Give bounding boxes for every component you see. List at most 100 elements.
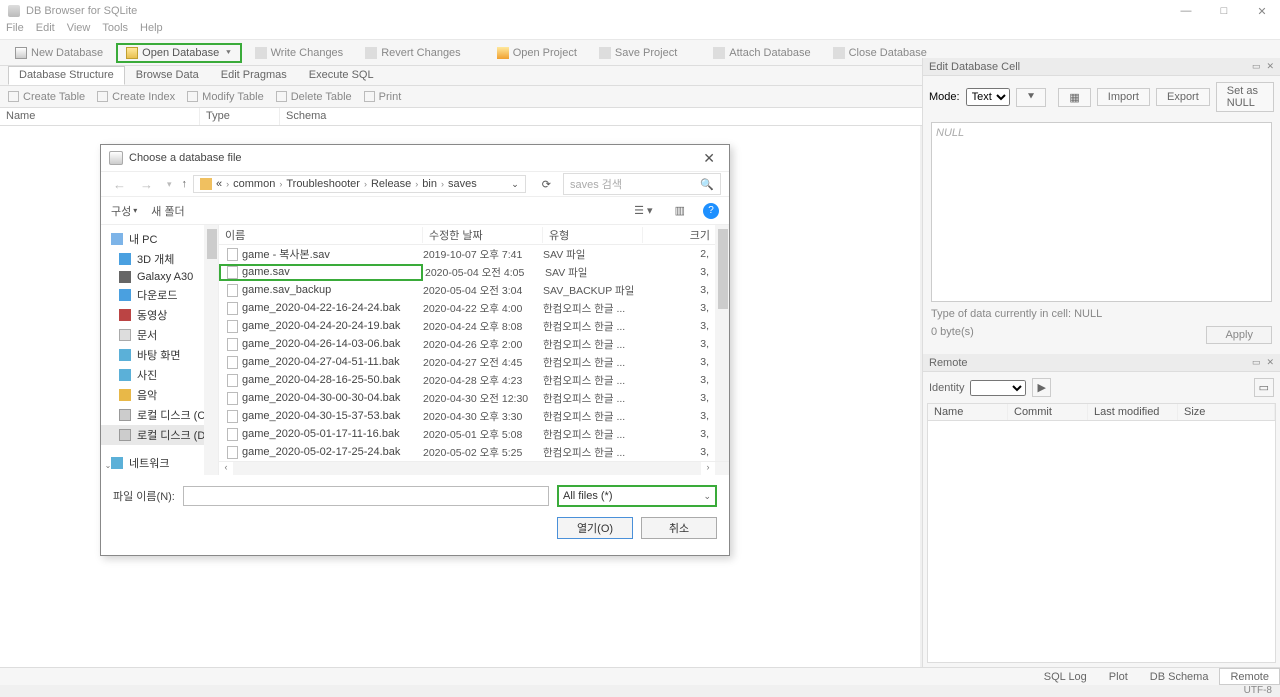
- tree-scrollbar[interactable]: [204, 225, 218, 475]
- file-row[interactable]: game_2020-04-22-16-24-24.bak2020-04-22 오…: [219, 299, 729, 317]
- create-index-button[interactable]: Create Index: [97, 91, 175, 103]
- file-row[interactable]: game.sav_backup2020-05-04 오전 3:04SAV_BAC…: [219, 281, 729, 299]
- file-row[interactable]: game - 복사본.sav2019-10-07 오후 7:41SAV 파일2,: [219, 245, 729, 263]
- bottom-tab-remote[interactable]: Remote: [1219, 668, 1280, 685]
- close-window-button[interactable]: ✕: [1252, 5, 1272, 18]
- col-file-name[interactable]: 이름: [219, 227, 423, 243]
- save-proj-button[interactable]: Save Project: [590, 44, 686, 62]
- write-button[interactable]: Write Changes: [246, 44, 353, 62]
- nav-back-icon[interactable]: ←: [109, 177, 130, 192]
- remote-col-commit[interactable]: Commit: [1008, 404, 1088, 420]
- create-table-button[interactable]: Create Table: [8, 91, 85, 103]
- col-file-date[interactable]: 수정한 날짜: [423, 227, 543, 243]
- organize-menu[interactable]: 구성 ▾: [111, 203, 137, 219]
- menu-edit[interactable]: Edit: [36, 22, 55, 39]
- file-row[interactable]: game_2020-05-02-17-25-24.bak2020-05-02 오…: [219, 443, 729, 461]
- tab-execute-sql[interactable]: Execute SQL: [298, 66, 385, 85]
- tree-item-3[interactable]: 다운로드: [101, 285, 218, 305]
- col-file-type[interactable]: 유형: [543, 227, 643, 243]
- view-mode-icon[interactable]: ☰ ▾: [630, 204, 656, 217]
- crumb-4[interactable]: bin: [422, 178, 437, 190]
- menu-help[interactable]: Help: [140, 22, 163, 39]
- modify-table-button[interactable]: Modify Table: [187, 91, 264, 103]
- file-h-scrollbar[interactable]: ‹›: [219, 461, 729, 475]
- mode-select[interactable]: Text: [966, 88, 1010, 106]
- nav-history-icon[interactable]: ▾: [163, 179, 176, 190]
- mode-extra-button[interactable]: ⯆: [1016, 88, 1047, 107]
- file-row[interactable]: game_2020-05-01-17-11-16.bak2020-05-01 오…: [219, 425, 729, 443]
- remote-settings-icon[interactable]: ▭: [1254, 378, 1274, 397]
- close-remote-icon[interactable]: ✕: [1266, 357, 1274, 368]
- refresh-icon[interactable]: ⟳: [536, 178, 557, 191]
- dock-remote-icon[interactable]: ▭: [1252, 357, 1261, 368]
- file-row[interactable]: game_2020-04-28-16-25-50.bak2020-04-28 오…: [219, 371, 729, 389]
- col-type[interactable]: Type: [200, 108, 280, 125]
- remote-col-size[interactable]: Size: [1178, 404, 1275, 420]
- dialog-close-button[interactable]: ✕: [697, 150, 721, 167]
- bottom-tab-sql-log[interactable]: SQL Log: [1033, 668, 1098, 685]
- preview-pane-icon[interactable]: ▥: [671, 204, 689, 217]
- tab-database-structure[interactable]: Database Structure: [8, 66, 125, 85]
- list-scrollbar[interactable]: [715, 225, 729, 475]
- revert-button[interactable]: Revert Changes: [356, 44, 470, 62]
- open-db-button[interactable]: Open Database⯆: [116, 43, 241, 63]
- identity-go-icon[interactable]: ▶: [1032, 378, 1050, 397]
- crumb-1[interactable]: common: [233, 178, 275, 190]
- dock-icon[interactable]: ▭: [1252, 61, 1261, 72]
- remote-col-modified[interactable]: Last modified: [1088, 404, 1178, 420]
- file-row[interactable]: game_2020-04-24-20-24-19.bak2020-04-24 오…: [219, 317, 729, 335]
- bottom-tab-db-schema[interactable]: DB Schema: [1139, 668, 1220, 685]
- tab-browse-data[interactable]: Browse Data: [125, 66, 210, 85]
- tab-edit-pragmas[interactable]: Edit Pragmas: [210, 66, 298, 85]
- breadcrumb[interactable]: «›common›Troubleshooter›Release›bin›save…: [193, 175, 526, 193]
- crumb-5[interactable]: saves: [448, 178, 477, 190]
- tree-item-4[interactable]: 동영상: [101, 305, 218, 325]
- print-button[interactable]: Print: [364, 91, 402, 103]
- filetype-select[interactable]: All files (*)⌄: [557, 485, 717, 507]
- cell-content[interactable]: NULL: [931, 122, 1272, 302]
- file-row[interactable]: game.sav2020-05-04 오전 4:05SAV 파일3,: [219, 263, 729, 281]
- file-list[interactable]: 이름 수정한 날짜 유형 크기 game - 복사본.sav2019-10-07…: [219, 225, 729, 475]
- tree-item-8[interactable]: 음악: [101, 385, 218, 405]
- close-panel-icon[interactable]: ✕: [1266, 61, 1274, 72]
- tree-item-10[interactable]: 로컬 디스크 (D:): [101, 425, 218, 445]
- search-input[interactable]: saves 검색 🔍: [563, 173, 721, 195]
- view-button[interactable]: ▦: [1058, 88, 1090, 107]
- tree-item-6[interactable]: 바탕 화면: [101, 345, 218, 365]
- folder-tree[interactable]: 내 PC3D 개체Galaxy A30다운로드동영상문서바탕 화면사진음악로컬 …: [101, 225, 219, 475]
- crumb-3[interactable]: Release: [371, 178, 411, 190]
- tree-item-9[interactable]: 로컬 디스크 (C:): [101, 405, 218, 425]
- remote-col-name[interactable]: Name: [928, 404, 1008, 420]
- menu-file[interactable]: File: [6, 22, 24, 39]
- col-name[interactable]: Name: [0, 108, 200, 125]
- new-folder-button[interactable]: 새 폴더: [151, 203, 184, 219]
- open-proj-button[interactable]: Open Project: [488, 44, 586, 62]
- apply-button[interactable]: Apply: [1206, 326, 1272, 344]
- tree-item-2[interactable]: Galaxy A30: [101, 269, 218, 285]
- file-row[interactable]: game_2020-04-27-04-51-11.bak2020-04-27 오…: [219, 353, 729, 371]
- close-db-button[interactable]: Close Database: [824, 44, 936, 62]
- delete-table-button[interactable]: Delete Table: [276, 91, 352, 103]
- tree-item-0[interactable]: 내 PC: [101, 229, 218, 249]
- identity-select[interactable]: [970, 380, 1026, 396]
- crumb-2[interactable]: Troubleshooter: [286, 178, 360, 190]
- maximize-button[interactable]: □: [1214, 5, 1234, 18]
- tree-item-5[interactable]: 문서: [101, 325, 218, 345]
- tree-collapse-icon[interactable]: ⌄: [101, 461, 115, 475]
- set-null-button[interactable]: Set as NULL: [1216, 82, 1274, 112]
- menu-tools[interactable]: Tools: [102, 22, 128, 39]
- file-row[interactable]: game_2020-04-26-14-03-06.bak2020-04-26 오…: [219, 335, 729, 353]
- file-row[interactable]: game_2020-04-30-00-30-04.bak2020-04-30 오…: [219, 389, 729, 407]
- nav-fwd-icon[interactable]: →: [136, 177, 157, 192]
- cancel-button[interactable]: 취소: [641, 517, 717, 539]
- menu-view[interactable]: View: [67, 22, 91, 39]
- help-icon[interactable]: ?: [703, 203, 719, 219]
- tree-item-1[interactable]: 3D 개체: [101, 249, 218, 269]
- export-button[interactable]: Export: [1156, 88, 1210, 106]
- minimize-button[interactable]: —: [1176, 5, 1196, 18]
- nav-up-icon[interactable]: ↑: [182, 178, 188, 190]
- crumb-0[interactable]: «: [216, 178, 222, 190]
- bottom-tab-plot[interactable]: Plot: [1098, 668, 1139, 685]
- new-db-button[interactable]: New Database: [6, 44, 112, 62]
- attach-button[interactable]: Attach Database: [704, 44, 819, 62]
